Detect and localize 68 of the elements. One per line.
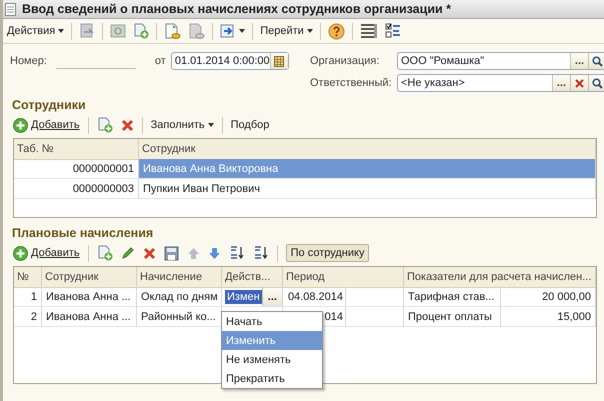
table-cell: 0000000003 — [14, 179, 139, 199]
table-cell: Тарифная став... — [404, 287, 501, 307]
column-header[interactable]: Сотрудник — [139, 139, 596, 160]
document-icon — [5, 2, 16, 16]
document-icon[interactable] — [79, 23, 96, 39]
caret-icon — [239, 29, 246, 33]
add-icon — [13, 246, 28, 260]
table-cell[interactable]: Пупкин Иван Петрович — [139, 179, 596, 199]
column-header[interactable]: Действ... — [222, 267, 283, 288]
goto-menu[interactable]: Перейти — [260, 25, 313, 37]
search-icon[interactable] — [592, 78, 603, 88]
field-label: от — [154, 55, 166, 67]
arrow-down-icon[interactable] — [208, 246, 221, 260]
pick-button[interactable]: Подбор — [230, 119, 270, 131]
menu-item[interactable]: Прекратить — [222, 369, 322, 388]
date-field[interactable]: 01.01.2014 0:00:00 — [170, 52, 289, 70]
column-header[interactable]: Период — [283, 267, 404, 288]
table-cell: 2 — [14, 307, 42, 327]
copy-add-icon[interactable] — [96, 245, 113, 261]
column-header[interactable]: Сотрудник — [42, 267, 137, 288]
add-icon — [13, 118, 28, 132]
table-cell: Иванова Анна ... — [42, 307, 137, 327]
document-arrow-icon[interactable] — [220, 23, 246, 39]
caret-icon — [306, 29, 313, 33]
sort-ascending-icon[interactable] — [228, 245, 245, 261]
table-cell: 1 — [14, 287, 42, 307]
column-header[interactable]: № — [14, 267, 42, 288]
calendar-icon[interactable] — [274, 56, 284, 66]
help-icon[interactable] — [328, 22, 345, 40]
document-coins-icon[interactable] — [164, 22, 182, 40]
delete-icon[interactable] — [142, 246, 156, 260]
table-cell: Иванова Анна ... — [42, 287, 137, 307]
fill-menu[interactable]: Заполнить — [150, 119, 214, 131]
field-label: Ответственный: — [310, 77, 392, 89]
add-button[interactable]: Добавить — [13, 246, 80, 260]
column-header[interactable]: Показатели для расчета начислен... — [404, 267, 596, 288]
action-field[interactable]: Измен ... — [222, 287, 283, 307]
search-icon[interactable] — [592, 56, 603, 66]
column-header[interactable]: Начисление — [137, 267, 222, 288]
column-header[interactable]: Таб. № — [14, 139, 139, 160]
copy-add-icon[interactable] — [133, 23, 150, 39]
list-icon[interactable] — [360, 23, 378, 39]
document-coins-icon[interactable] — [188, 22, 206, 40]
table-cell: Процент оплаты — [404, 307, 501, 327]
table-cell: Оклад по дням — [137, 287, 222, 307]
field-label: Номер: — [10, 55, 47, 67]
organization-field[interactable]: ООО "Ромашка" ... — [397, 52, 604, 70]
table-cell: 15,000 — [501, 307, 596, 327]
checklist-icon[interactable] — [384, 23, 401, 39]
copy-add-icon[interactable] — [96, 117, 113, 133]
delete-icon[interactable] — [120, 118, 134, 132]
section-title: Сотрудники — [11, 97, 87, 114]
table-cell: 20 000,00 — [501, 287, 596, 307]
sort-descending-icon[interactable] — [252, 245, 269, 261]
table-cell: 04.08.2014 — [283, 287, 404, 307]
clear-icon[interactable] — [575, 78, 584, 88]
menu-item[interactable]: Не изменять — [222, 350, 322, 369]
add-button[interactable]: Добавить — [13, 118, 80, 132]
window-title: Ввод сведений о плановых начислениях сотрудников организации * — [22, 2, 452, 16]
caret-icon — [58, 29, 64, 33]
actions-menu[interactable]: Действия — [7, 25, 64, 37]
section-title: Плановые начисления — [11, 225, 154, 242]
floppy-icon[interactable] — [164, 246, 179, 260]
caret-icon — [208, 123, 214, 127]
responsible-field[interactable]: <Не указан> ... — [397, 74, 604, 92]
pencil-icon[interactable] — [120, 246, 135, 260]
field-label: Организация: — [310, 55, 380, 67]
by-employee-toggle[interactable]: По сотруднику — [286, 244, 370, 262]
